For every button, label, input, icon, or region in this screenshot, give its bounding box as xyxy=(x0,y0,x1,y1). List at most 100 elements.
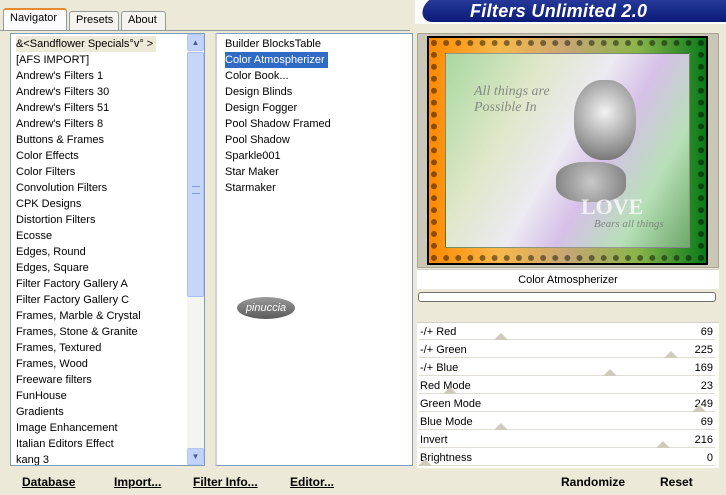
param-track[interactable] xyxy=(419,447,715,448)
slider-thumb-icon[interactable] xyxy=(656,441,670,448)
category-item[interactable]: Frames, Stone & Granite xyxy=(14,324,186,340)
param-slider-row[interactable]: Green Mode 249 xyxy=(417,395,719,413)
filter-item-label: Pool Shadow Framed xyxy=(225,118,331,130)
slider-thumb-icon[interactable] xyxy=(418,459,432,466)
param-track[interactable] xyxy=(419,375,715,376)
title-banner: Filters Unlimited 2.0 xyxy=(415,0,726,24)
filter-item[interactable]: Design Fogger xyxy=(223,100,403,116)
category-item-label: [AFS IMPORT] xyxy=(16,54,90,66)
param-slider-row[interactable]: -/+ Green 225 xyxy=(417,341,719,359)
category-item-label: Frames, Stone & Granite xyxy=(16,326,138,338)
filter-item[interactable]: Builder BlocksTable xyxy=(223,36,403,52)
preview-script-text: All things are Possible In xyxy=(474,84,550,115)
category-item[interactable]: &<Sandflower Specials°v° > xyxy=(14,36,186,52)
param-slider-row[interactable]: Invert 216 xyxy=(417,431,719,449)
filter-item[interactable]: Color Book... xyxy=(223,68,403,84)
category-item-label: Filter Factory Gallery A xyxy=(16,278,128,290)
filter-item[interactable]: Starmaker xyxy=(223,180,403,196)
filter-item-label: Design Fogger xyxy=(225,102,298,114)
category-item[interactable]: Color Filters xyxy=(14,164,186,180)
param-track[interactable] xyxy=(419,411,715,412)
category-item[interactable]: Italian Editors Effect xyxy=(14,436,186,452)
category-item[interactable]: Color Effects xyxy=(14,148,186,164)
category-item[interactable]: Edges, Square xyxy=(14,260,186,276)
slider-thumb-icon[interactable] xyxy=(493,333,508,340)
filter-list[interactable]: Builder BlocksTable Color Atmospherizer Co… xyxy=(215,33,413,466)
filter-info-button[interactable]: Filter Info... xyxy=(193,475,258,489)
filter-item[interactable]: Star Maker xyxy=(223,164,403,180)
slider-thumb-icon[interactable] xyxy=(692,405,707,412)
category-item-label: Ecosse xyxy=(16,230,53,242)
param-track[interactable] xyxy=(419,429,715,430)
slider-thumb-icon[interactable] xyxy=(443,387,458,394)
param-value: 69 xyxy=(700,326,713,338)
app-title: Filters Unlimited 2.0 xyxy=(470,1,648,21)
param-track[interactable] xyxy=(419,465,715,466)
param-slider-row[interactable]: Blue Mode 69 xyxy=(417,413,719,431)
category-list[interactable]: &<Sandflower Specials°v° > [AFS IMPORT] An… xyxy=(10,33,205,466)
category-item-label: Edges, Round xyxy=(16,246,86,258)
category-item-label: Frames, Textured xyxy=(16,342,102,354)
category-item[interactable]: Andrew's Filters 8 xyxy=(14,116,186,132)
import-button[interactable]: Import... xyxy=(114,475,161,489)
tab-presets[interactable]: Presets xyxy=(69,11,119,30)
category-item[interactable]: Andrew's Filters 1 xyxy=(14,68,186,84)
slider-thumb-icon[interactable] xyxy=(602,369,617,376)
category-item[interactable]: [AFS IMPORT] xyxy=(14,52,186,68)
database-button[interactable]: Database xyxy=(22,475,75,489)
category-item-label: &<Sandflower Specials°v° > xyxy=(16,36,157,52)
category-item[interactable]: Frames, Wood xyxy=(14,356,186,372)
selected-filter-name: Color Atmospherizer xyxy=(417,269,719,289)
category-item[interactable]: Gradients xyxy=(14,404,186,420)
category-item-label: FunHouse xyxy=(16,390,67,402)
filter-item[interactable]: Sparkle001 xyxy=(223,148,403,164)
category-item[interactable]: Filter Factory Gallery A xyxy=(14,276,186,292)
category-item[interactable]: Freeware filters xyxy=(14,372,186,388)
filter-item-label: Color Book... xyxy=(225,70,289,82)
param-slider-row[interactable]: -/+ Red 69 xyxy=(417,323,719,341)
category-item[interactable]: CPK Designs xyxy=(14,196,186,212)
category-item-label: Frames, Marble & Crystal xyxy=(16,310,141,322)
param-slider-row[interactable]: Red Mode 23 xyxy=(417,377,719,395)
category-item[interactable]: kang 3 xyxy=(14,452,186,465)
category-item[interactable]: Image Enhancement xyxy=(14,420,186,436)
param-label: -/+ Blue xyxy=(420,362,459,374)
param-track[interactable] xyxy=(419,339,715,340)
editor-button[interactable]: Editor... xyxy=(290,475,334,489)
filter-item[interactable]: Pool Shadow Framed xyxy=(223,116,403,132)
filter-item-label: Design Blinds xyxy=(225,86,293,98)
tab-navigator[interactable]: Navigator xyxy=(3,8,67,30)
category-item[interactable]: Buttons & Frames xyxy=(14,132,186,148)
slider-thumb-icon[interactable] xyxy=(493,423,508,430)
param-label: Blue Mode xyxy=(420,416,473,428)
category-item[interactable]: Frames, Marble & Crystal xyxy=(14,308,186,324)
tab-about[interactable]: About xyxy=(121,11,166,30)
category-item[interactable]: Edges, Round xyxy=(14,244,186,260)
category-item[interactable]: Convolution Filters xyxy=(14,180,186,196)
category-scrollbar[interactable]: ▲ ▼ xyxy=(187,34,204,465)
param-track[interactable] xyxy=(419,393,715,394)
category-item-label: Edges, Square xyxy=(16,262,89,274)
category-item[interactable]: Andrew's Filters 30 xyxy=(14,84,186,100)
category-item[interactable]: Distortion Filters xyxy=(14,212,186,228)
scroll-down-icon[interactable]: ▼ xyxy=(187,448,204,465)
scroll-up-icon[interactable]: ▲ xyxy=(187,34,204,51)
filter-item[interactable]: Pool Shadow xyxy=(223,132,403,148)
category-item[interactable]: Filter Factory Gallery C xyxy=(14,292,186,308)
preview-love-text: LOVE xyxy=(581,194,644,219)
filter-item[interactable]: Design Blinds xyxy=(223,84,403,100)
category-item[interactable]: FunHouse xyxy=(14,388,186,404)
randomize-button[interactable]: Randomize xyxy=(561,475,625,489)
param-slider-row[interactable]: -/+ Blue 169 xyxy=(417,359,719,377)
param-slider-row[interactable]: Brightness 0 xyxy=(417,449,719,467)
category-item[interactable]: Frames, Textured xyxy=(14,340,186,356)
category-item[interactable]: Ecosse xyxy=(14,228,186,244)
category-item-label: Italian Editors Effect xyxy=(16,438,114,450)
category-item[interactable]: Andrew's Filters 51 xyxy=(14,100,186,116)
filter-item[interactable]: Color Atmospherizer xyxy=(223,51,403,69)
reset-button[interactable]: Reset xyxy=(660,475,693,489)
scroll-thumb[interactable] xyxy=(187,52,204,297)
category-item-label: Andrew's Filters 8 xyxy=(16,118,104,130)
slider-thumb-icon[interactable] xyxy=(664,351,679,358)
preview-image: All things are Possible In LOVE Bears al… xyxy=(427,36,708,265)
